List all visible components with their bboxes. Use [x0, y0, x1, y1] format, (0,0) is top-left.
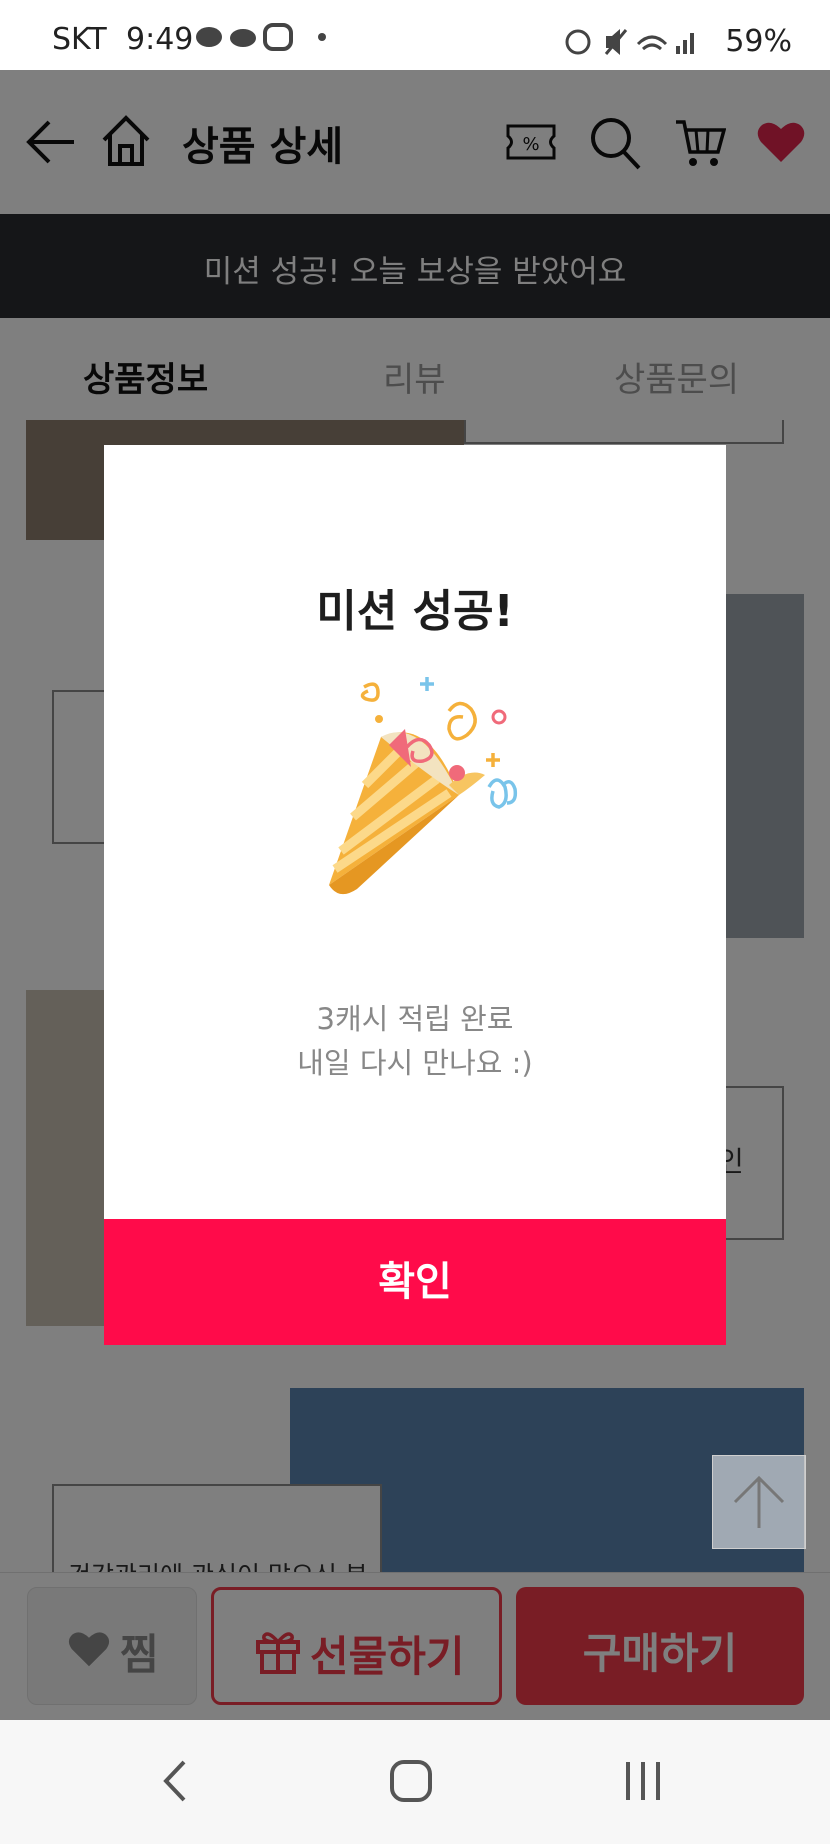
mission-success-modal: 미션 성공! 3캐시 적립 완료 내일 다시 만나요 :) 확인: [104, 445, 726, 1345]
message-line-1: 3캐시 적립 완료: [316, 1002, 514, 1036]
modal-message: 3캐시 적립 완료 내일 다시 만나요 :): [104, 997, 726, 1085]
clock: 9:49: [126, 22, 194, 57]
nav-back-icon[interactable]: [160, 1758, 190, 1804]
confirm-button[interactable]: 확인: [104, 1219, 726, 1345]
notification-icons: [196, 23, 326, 51]
system-nav-bar: [0, 1720, 830, 1844]
battery-level: 59%: [725, 24, 792, 59]
arrow-up-icon: [733, 1475, 785, 1528]
scroll-to-top-button[interactable]: [712, 1455, 806, 1549]
message-line-2: 내일 다시 만나요 :): [297, 1046, 533, 1080]
status-bar: SKT 9:49 59%: [0, 0, 830, 70]
carrier-label: SKT: [52, 22, 107, 57]
nav-recents-icon[interactable]: [622, 1758, 664, 1804]
party-popper-icon: [329, 677, 518, 895]
system-icons: [565, 29, 694, 55]
nav-home-icon[interactable]: [388, 1758, 434, 1804]
modal-title: 미션 성공!: [316, 586, 514, 637]
